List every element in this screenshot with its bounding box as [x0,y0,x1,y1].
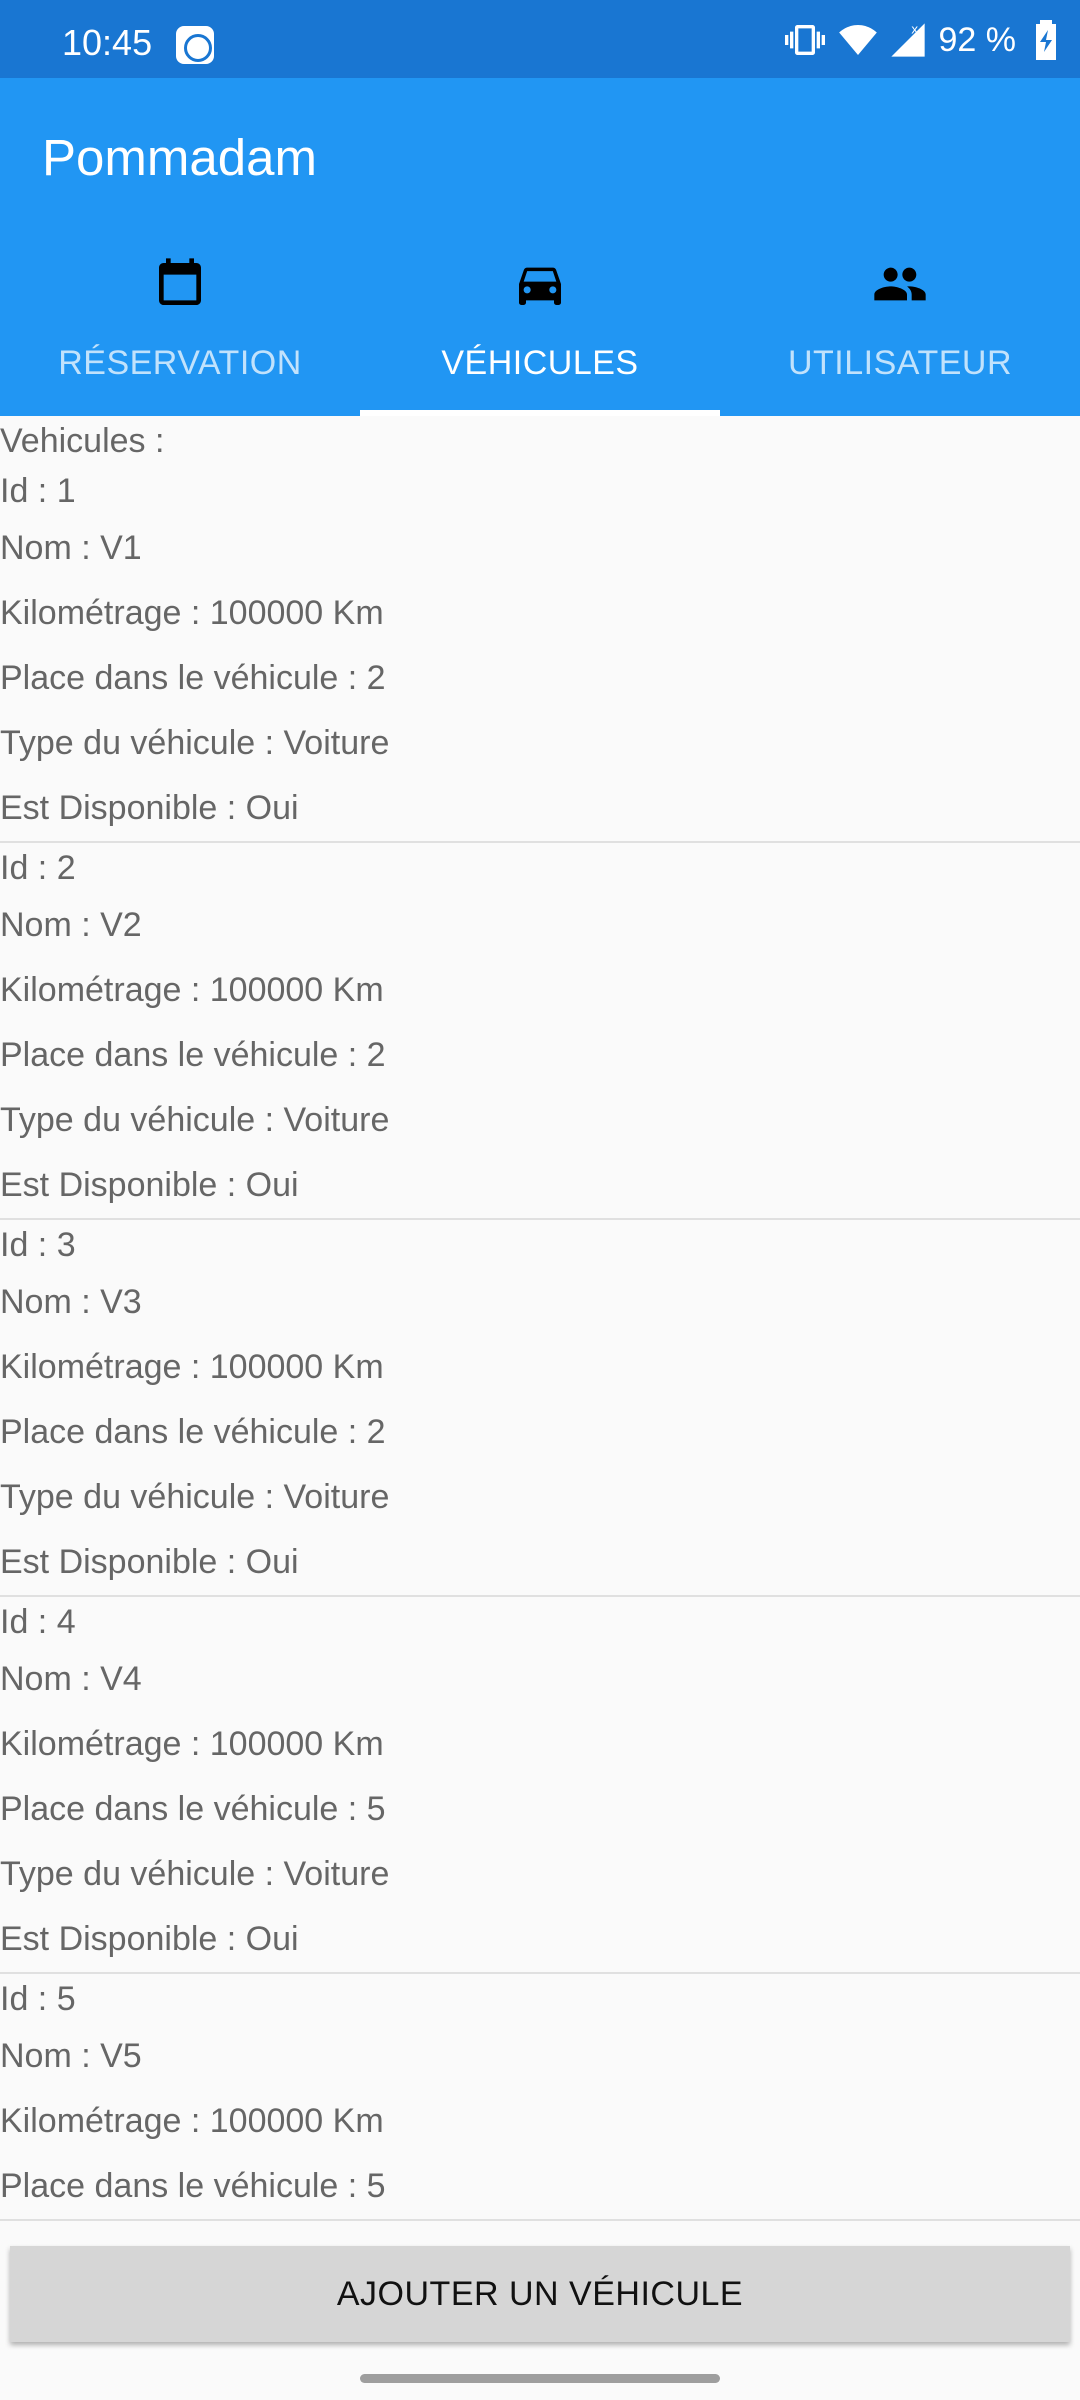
vehicle-field: Nom : V3 [0,1283,142,1321]
vehicle-field: Type du véhicule : Voiture [0,1101,390,1139]
svg-text:x: x [911,21,918,36]
vehicle-card: Id : 1 Nom : V1 Kilométrage : 100000 Km Pla… [0,466,1080,843]
vehicle-field: Kilométrage : 100000 Km [0,971,384,1009]
tab-reservation-label: RÉSERVATION [58,344,302,382]
car-icon [519,267,561,305]
vehicle-field: Est Disponible : Oui [0,1920,299,1958]
vehicle-field: Nom : V5 [0,2037,142,2075]
app-title: Pommadam [42,129,317,186]
battery-percentage: 92 % [938,20,1017,59]
vehicle-field: Kilométrage : 100000 Km [0,594,384,632]
vehicle-field: Place dans le véhicule : 2 [0,1413,386,1451]
status-bar: 10:45 x 92 % [0,0,1080,78]
vehicle-field: Id : 3 [0,1226,76,1264]
vehicle-field: Place dans le véhicule : 2 [0,1036,386,1074]
vehicle-card: Id : 3 Nom : V3 Kilométrage : 100000 Km Pla… [0,1220,1080,1597]
status-icons: x 92 % [784,20,1059,60]
vehicle-field: Kilométrage : 100000 Km [0,1348,384,1386]
tab-utilisateur-label: UTILISATEUR [787,344,1012,382]
status-time: 10:45 [62,22,153,63]
vehicle-field: Id : 1 [0,472,76,510]
vehicle-field: Est Disponible : Oui [0,789,299,827]
list-header: Vehicules : [0,422,165,460]
people-icon [874,267,926,301]
vehicle-field: Type du véhicule : Voiture [0,724,390,762]
vehicle-field: Nom : V4 [0,1660,142,1698]
vehicle-field: Place dans le véhicule : 2 [0,659,386,697]
vehicle-field: Id : 2 [0,849,76,887]
tab-vehicules-label: VÉHICULES [441,344,639,382]
vehicle-field: Kilométrage : 100000 Km [0,2102,384,2140]
vehicle-card: Id : 4 Nom : V4 Kilométrage : 100000 Km Pla… [0,1597,1080,1974]
app-notification-icon [176,26,214,64]
vehicle-field: Est Disponible : Oui [0,1166,299,1204]
vehicle-field: Type du véhicule : Voiture [0,1478,390,1516]
vehicle-field: Id : 4 [0,1603,76,1641]
vehicle-field: Id : 5 [0,1980,76,2018]
tab-utilisateur[interactable]: UTILISATEUR [720,230,1080,416]
vehicle-field: Place dans le véhicule : 5 [0,1790,386,1828]
add-vehicle-button[interactable]: AJOUTER UN VÉHICULE [10,2246,1070,2342]
tab-reservation[interactable]: RÉSERVATION [0,230,360,416]
vehicle-field: Kilométrage : 100000 Km [0,1725,384,1763]
battery-charging-icon [1036,20,1056,60]
vehicle-field: Type du véhicule : Voiture [0,1855,390,1893]
vehicle-card: Id : 5 Nom : V5 Kilométrage : 100000 Km Pla… [0,1974,1080,2221]
vehicle-field: Nom : V1 [0,529,142,567]
gesture-nav-handle[interactable] [360,2374,720,2383]
wifi-icon [838,25,877,55]
tab-bar: RÉSERVATION VÉHICULES UTILISATEUR [0,230,1080,416]
signal-icon: x [890,21,925,57]
vehicle-field: Nom : V2 [0,906,142,944]
vehicle-list[interactable]: Vehicules : Id : 1 Nom : V1 Kilométrage : … [0,416,1080,2236]
vehicle-cards: Id : 1 Nom : V1 Kilométrage : 100000 Km Pla… [0,466,1080,2221]
vehicle-field: Place dans le véhicule : 5 [0,2167,386,2205]
calendar-icon [159,258,201,305]
vibrate-icon [784,25,825,55]
vehicle-field: Est Disponible : Oui [0,1543,299,1581]
vehicle-card: Id : 2 Nom : V2 Kilométrage : 100000 Km Pla… [0,843,1080,1220]
tab-vehicules[interactable]: VÉHICULES [360,230,720,416]
app-bar: Pommadam RÉSERVATION VÉHICULES UTILISATE… [0,78,1080,416]
